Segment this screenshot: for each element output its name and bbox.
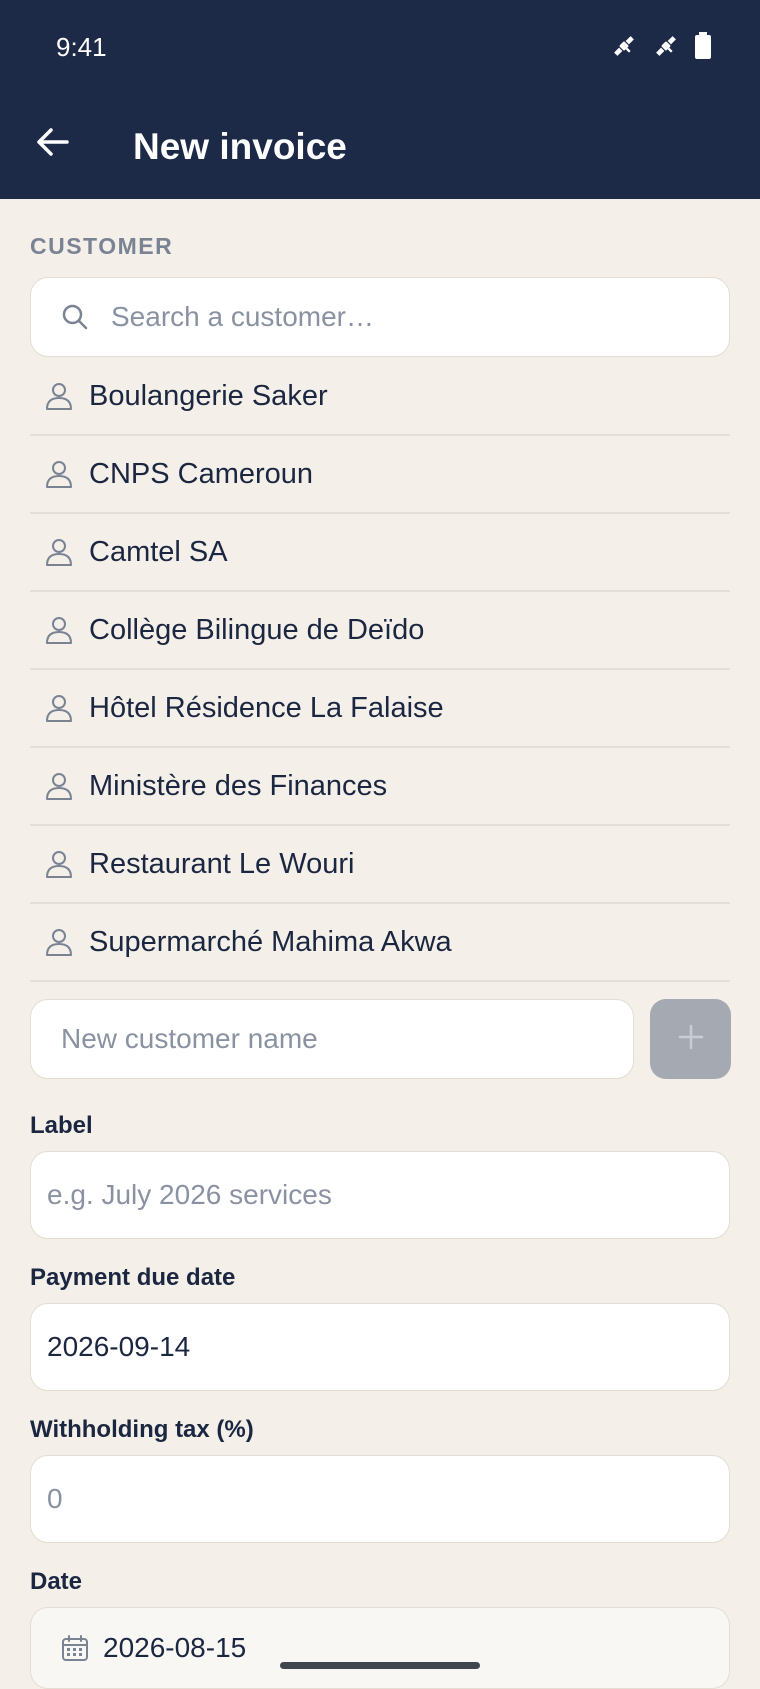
customer-name: Supermarché Mahima Akwa [89, 925, 452, 958]
satellite-icon [652, 32, 680, 60]
customer-name: Ministère des Finances [89, 769, 388, 802]
due-date-label: Payment due date [30, 1264, 236, 1291]
search-icon [61, 303, 89, 331]
withholding-tax-label: Withholding tax (%) [30, 1416, 254, 1443]
satellite-icon [610, 32, 638, 60]
new-customer-box[interactable] [30, 999, 634, 1079]
person-icon [44, 771, 74, 801]
date-picker[interactable]: 2026-08-15 [30, 1607, 730, 1689]
customer-list: Boulangerie Saker CNPS Cameroun Camtel S… [30, 358, 730, 982]
arrow-left-icon [35, 127, 69, 162]
customer-name: Camtel SA [89, 535, 228, 568]
status-icons [610, 32, 712, 60]
customer-item[interactable]: Supermarché Mahima Akwa [30, 904, 730, 982]
label-input[interactable] [47, 1165, 707, 1225]
customer-item[interactable]: Camtel SA [30, 514, 730, 592]
add-customer-button[interactable] [650, 999, 731, 1079]
person-icon [44, 537, 74, 567]
home-indicator[interactable] [280, 1662, 480, 1669]
person-icon [44, 381, 74, 411]
person-icon [44, 849, 74, 879]
customer-item[interactable]: Hôtel Résidence La Falaise [30, 670, 730, 748]
customer-item[interactable]: Restaurant Le Wouri [30, 826, 730, 904]
due-date-input[interactable] [47, 1317, 707, 1377]
customer-name: Boulangerie Saker [89, 379, 328, 412]
withholding-tax-input[interactable] [47, 1469, 707, 1529]
customer-name: Collège Bilingue de Deïdo [89, 613, 425, 646]
battery-icon [694, 32, 712, 60]
customer-item[interactable]: Ministère des Finances [30, 748, 730, 826]
back-button[interactable] [28, 120, 76, 168]
person-icon [44, 615, 74, 645]
customer-search-box[interactable] [30, 277, 730, 357]
new-customer-input[interactable] [61, 1009, 601, 1069]
label-field-box[interactable] [30, 1151, 730, 1239]
person-icon [44, 693, 74, 723]
status-time: 9:41 [56, 32, 107, 62]
customer-item[interactable]: Collège Bilingue de Deïdo [30, 592, 730, 670]
due-date-box[interactable] [30, 1303, 730, 1391]
person-icon [44, 927, 74, 957]
customer-section-label: CUSTOMER [30, 233, 174, 259]
calendar-icon [61, 1634, 89, 1662]
customer-name: CNPS Cameroun [89, 457, 314, 490]
customer-name: Restaurant Le Wouri [89, 847, 355, 880]
customer-item[interactable]: Boulangerie Saker [30, 358, 730, 436]
date-value: 2026-08-15 [103, 1632, 247, 1663]
app-bar: 9:41 New invoice [0, 0, 760, 199]
date-label: Date [30, 1568, 83, 1595]
customer-item[interactable]: CNPS Cameroun [30, 436, 730, 514]
label-field-label: Label [30, 1112, 93, 1139]
person-icon [44, 459, 74, 489]
plus-icon [678, 1024, 704, 1055]
page-title: New invoice [133, 126, 347, 167]
withholding-tax-box[interactable] [30, 1455, 730, 1543]
customer-search-input[interactable] [111, 287, 671, 347]
customer-name: Hôtel Résidence La Falaise [89, 691, 444, 724]
